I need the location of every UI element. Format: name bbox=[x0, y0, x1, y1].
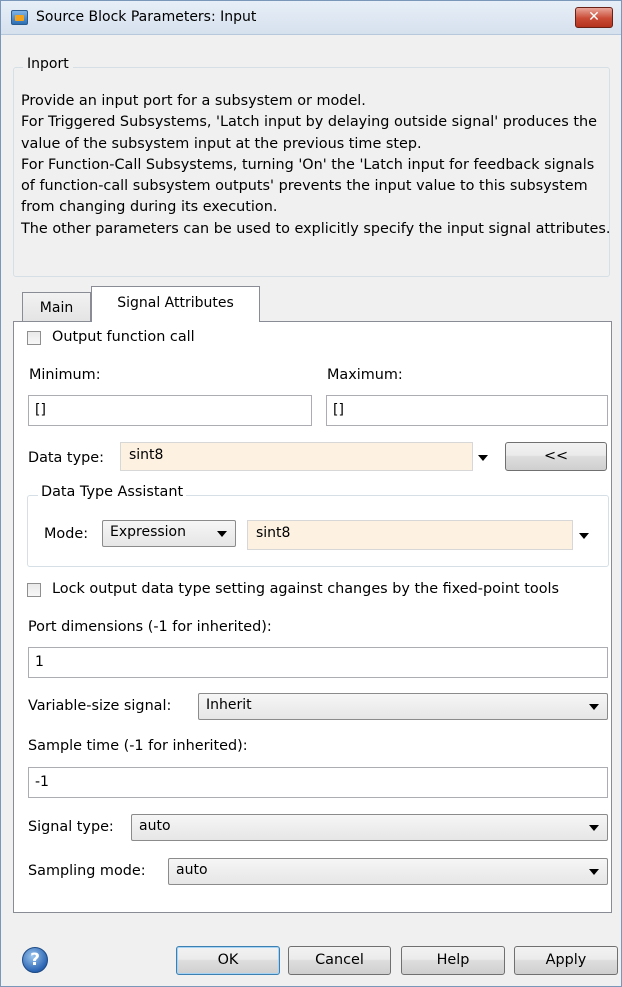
data-type-assistant-legend: Data Type Assistant bbox=[38, 484, 187, 500]
output-function-call-label: Output function call bbox=[52, 329, 195, 345]
apply-button[interactable]: Apply bbox=[514, 946, 618, 975]
mode-label: Mode: bbox=[44, 526, 89, 542]
mode-select-value: Expression bbox=[110, 524, 186, 540]
port-dimensions-field[interactable]: 1 bbox=[28, 647, 608, 678]
dialog-window: Source Block Parameters: Input ✕ Inport … bbox=[0, 0, 622, 987]
signal-type-select[interactable]: auto bbox=[131, 814, 608, 841]
minimum-label: Minimum: bbox=[29, 367, 101, 383]
chevron-down-icon bbox=[589, 704, 599, 710]
close-button[interactable]: ✕ bbox=[575, 7, 613, 28]
sample-time-label: Sample time (-1 for inherited): bbox=[28, 738, 248, 754]
sample-time-field[interactable]: -1 bbox=[28, 767, 608, 798]
expression-dropdown-arrow-icon[interactable] bbox=[579, 533, 589, 539]
maximum-label: Maximum: bbox=[327, 367, 403, 383]
chevron-down-icon bbox=[217, 531, 227, 537]
variable-size-signal-label: Variable-size signal: bbox=[28, 698, 172, 714]
variable-size-signal-select[interactable]: Inherit bbox=[198, 693, 608, 720]
window-title: Source Block Parameters: Input bbox=[36, 9, 257, 25]
block-description: Provide an input port for a subsystem or… bbox=[21, 93, 611, 237]
signal-type-value: auto bbox=[139, 818, 171, 834]
help-question-icon[interactable]: ? bbox=[22, 947, 48, 973]
data-type-label: Data type: bbox=[28, 450, 104, 466]
lock-output-checkbox[interactable] bbox=[27, 583, 41, 597]
data-type-assistant-toggle-button[interactable]: << bbox=[505, 442, 607, 471]
sampling-mode-value: auto bbox=[176, 862, 208, 878]
signal-type-label: Signal type: bbox=[28, 819, 114, 835]
help-button[interactable]: Help bbox=[401, 946, 505, 975]
data-type-dropdown-arrow-icon[interactable] bbox=[478, 455, 488, 461]
minimum-field[interactable]: [] bbox=[28, 395, 312, 426]
port-dimensions-label: Port dimensions (-1 for inherited): bbox=[28, 619, 272, 635]
sampling-mode-select[interactable]: auto bbox=[168, 858, 608, 885]
lock-output-label: Lock output data type setting against ch… bbox=[52, 581, 559, 597]
sampling-mode-label: Sampling mode: bbox=[28, 863, 146, 879]
data-type-field[interactable]: sint8 bbox=[120, 442, 473, 471]
inport-group-legend: Inport bbox=[23, 56, 73, 72]
simulink-app-icon bbox=[11, 10, 28, 25]
mode-select[interactable]: Expression bbox=[102, 520, 236, 547]
variable-size-signal-value: Inherit bbox=[206, 697, 252, 713]
tab-signal-attributes[interactable]: Signal Attributes bbox=[91, 286, 260, 322]
maximum-field[interactable]: [] bbox=[326, 395, 608, 426]
expression-field[interactable]: sint8 bbox=[247, 520, 573, 550]
chevron-down-icon bbox=[589, 869, 599, 875]
tab-main[interactable]: Main bbox=[22, 292, 91, 323]
cancel-button[interactable]: Cancel bbox=[288, 946, 391, 975]
ok-button[interactable]: OK bbox=[176, 946, 280, 975]
title-bar[interactable]: Source Block Parameters: Input ✕ bbox=[1, 1, 621, 35]
output-function-call-checkbox[interactable] bbox=[27, 331, 41, 345]
chevron-down-icon bbox=[589, 825, 599, 831]
